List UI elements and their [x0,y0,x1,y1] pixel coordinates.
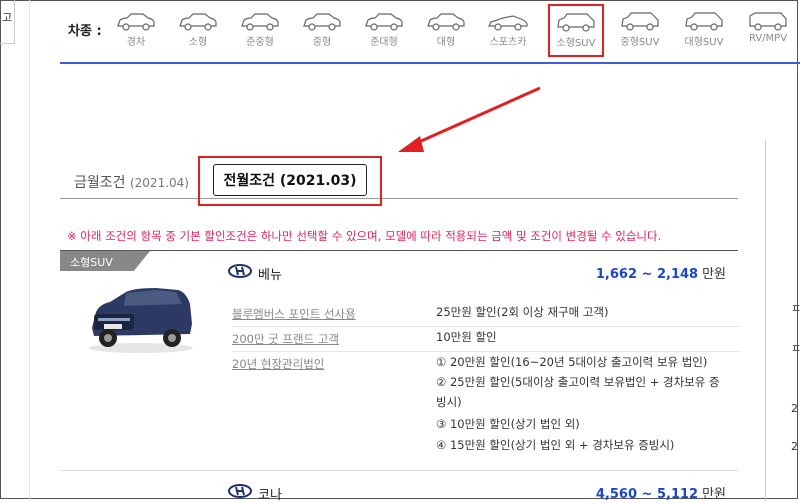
condition-value: 10만원 할인 [436,330,497,344]
condition-row: 200만 굿 프랜드 고객 10만원 할인 [232,327,740,352]
car-type-label: 대형 [436,37,456,48]
midsize-car-icon [303,13,341,31]
car-type-label: 준대형 [370,37,398,48]
list-top-rule [60,250,738,251]
left-rule [29,0,30,501]
semi-large-car-icon [365,13,403,31]
car-type-label: 스포츠카 [489,37,527,48]
category-badge-label: 소형SUV [70,256,113,269]
annotation-arrow-icon [398,86,541,152]
car-type-label: 소형SUV [556,38,596,49]
car-type-semi-midsize-car[interactable]: 준중형 [232,10,288,54]
right-panel-glyph: ㅍ [791,302,800,315]
car-image [89,288,193,353]
car-type-label: 중형SUV [620,37,660,48]
condition-value-line: ③ 10만원 할인(상기 법인 외) [436,417,580,431]
condition-tabs: 금월조건 (2021.04) 전월조건 (2021.03) [60,156,738,206]
car-type-label: 차종 : [68,24,102,39]
condition-value-line: ① 20만원 할인(16~20년 5대이상 출고이력 보유 법인) [436,355,708,369]
tab-previous-month[interactable]: 전월조건 (2021.03) [213,164,367,196]
rv-mpv-icon [749,12,787,31]
condition-value-line: ② 25만원 할인(5대이상 출고이력 보유법인 + 경차보유 증 [436,375,720,389]
condition-label[interactable]: 블루멤버스 포인트 선사용 [232,306,356,322]
large-suv-icon [685,12,723,31]
car-type-midsize-car[interactable]: 중형 [294,10,350,54]
notice-text: ※ 아래 조건의 항목 중 기본 할인조건은 하나만 선택할 수 있으며, 모델… [67,229,662,243]
tab-current-month-date: (2021.04) [129,176,189,190]
car-type-compact-car[interactable]: 경차 [108,10,164,54]
small-suv-icon [557,13,595,32]
small-car-icon [179,13,217,31]
model-name[interactable]: 코나 [258,484,282,503]
condition-row: 블루멤버스 포인트 선사용 25만원 할인(2회 이상 재구매 고객) [232,302,740,327]
car-type-semi-large-car[interactable]: 준대형 [356,10,412,54]
right-panel-glyph: ㅍ [791,342,800,355]
model-name[interactable]: 베뉴 [258,264,282,283]
tab-current-month-label: 금월조건 [74,175,126,191]
compact-car-icon [117,13,155,31]
right-panel-glyph: 2 [791,440,798,453]
hyundai-logo-icon [228,484,252,498]
car-type-label: 경차 [126,37,146,48]
tab-current-month[interactable]: 금월조건 (2021.04) [74,172,189,192]
car-type-small-suv[interactable]: 소형SUV [548,4,604,57]
left-stub-text: 고 [2,11,13,24]
condition-value: 25만원 할인(2회 이상 재구매 고객) [436,305,609,319]
car-type-large-car[interactable]: 대형 [418,10,474,54]
car-type-label: 준중형 [246,37,274,48]
condition-label[interactable]: 200만 굿 프랜드 고객 [232,331,339,347]
car-type-sports-car[interactable]: 스포츠카 [480,10,536,54]
model-price-value: 4,560 ~ 5,112 [595,487,699,502]
car-type-bar: 차종 : 경차 소형 준중형 중형 준대형 대형 스포츠카 소형SUV 중형SUV 대형SUV RV… [60,0,800,64]
model-price: 4,560 ~ 5,112 만원 [596,483,726,502]
sports-car-icon [488,15,528,31]
car-type-large-suv[interactable]: 대형SUV [676,10,732,54]
model-price: 1,662 ~ 2,148 만원 [596,263,726,282]
car-type-rv-mpv[interactable]: RV/MPV [740,10,796,54]
large-car-icon [427,13,465,31]
left-stub: 고 [0,0,15,44]
model-price-unit: 만원 [702,487,726,502]
model-price-unit: 만원 [702,267,726,282]
right-panel-glyph: 2 [791,402,798,415]
condition-value-line: ④ 15만원 할인(상기 법인 외 + 경차보유 증빙시) [436,438,675,452]
row-divider [60,470,738,471]
condition-label[interactable]: 20년 현장관리법인 [232,356,324,372]
car-type-label: RV/MPV [748,33,788,44]
model-price-value: 1,662 ~ 2,148 [595,267,699,282]
condition-value-line: 빙시) [436,395,462,409]
car-type-small-car[interactable]: 소형 [170,10,226,54]
midsize-suv-icon [621,12,659,31]
semi-midsize-car-icon [241,13,279,31]
condition-row: 20년 현장관리법인 ① 20만원 할인(16~20년 5대이상 출고이력 보유… [232,352,740,462]
category-badge: 소형SUV [60,251,150,271]
car-type-label: 중형 [312,37,332,48]
hyundai-logo-icon [228,264,252,278]
right-panel: ㅍ ㅍ 2 2 [765,140,800,501]
highlight-box: 전월조건 (2021.03) [198,156,382,206]
car-type-label: 소형 [188,37,208,48]
car-type-midsize-suv[interactable]: 중형SUV [612,10,668,54]
car-type-label: 대형SUV [684,37,724,48]
